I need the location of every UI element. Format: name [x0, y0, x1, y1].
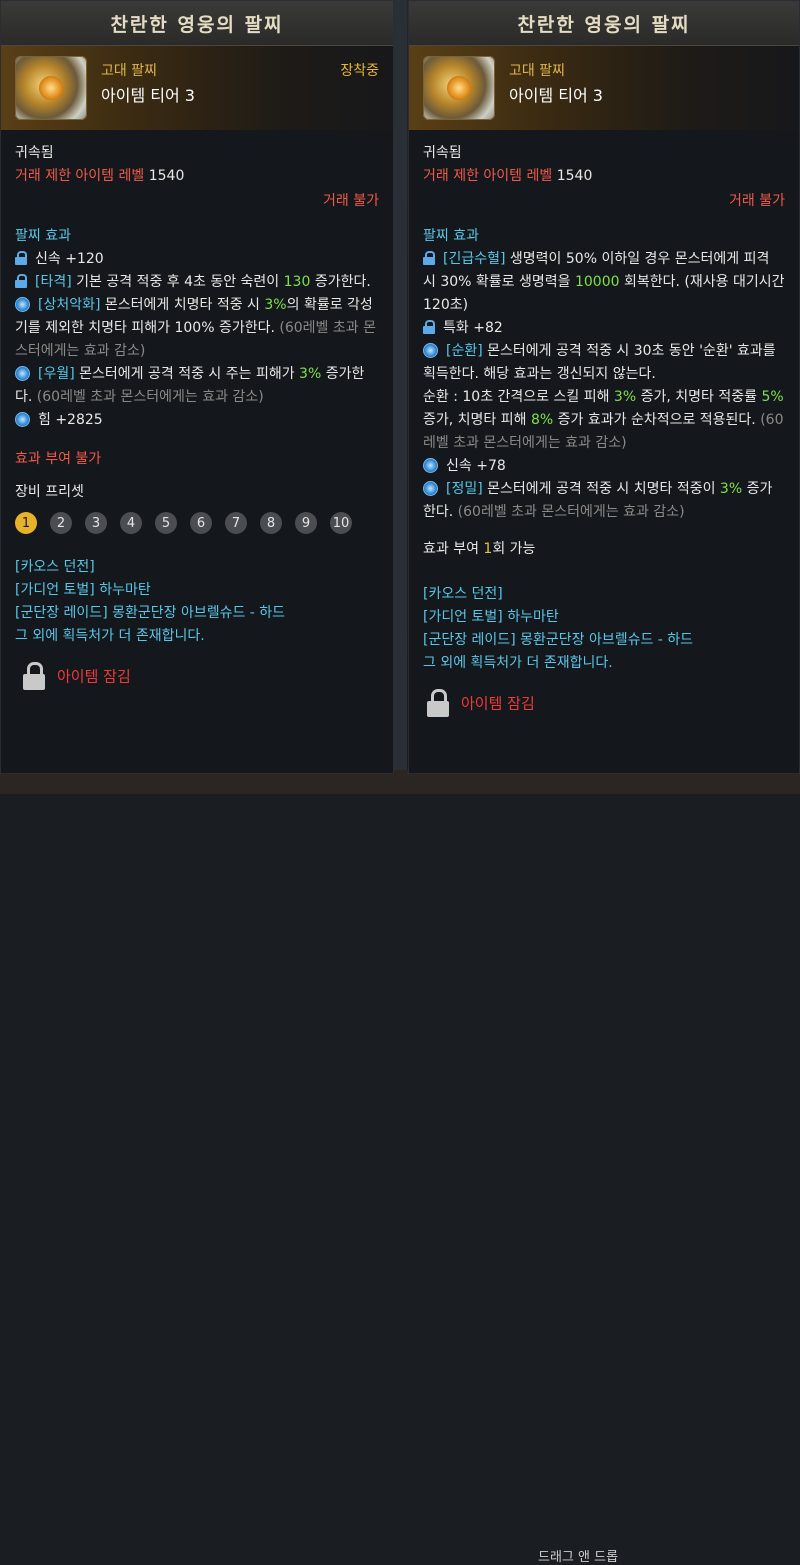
lock-icon	[423, 320, 435, 334]
item-lock-row[interactable]: 아이템 잠김	[15, 662, 379, 690]
source-item: [군단장 레이드] 몽환군단장 아브렐슈드 - 하드	[15, 605, 286, 621]
item-tier: 아이템 티어 3	[101, 86, 195, 105]
effects-title: 팔찌 효과	[15, 228, 71, 244]
source-item: [가디언 토벌] 하누마탄	[15, 582, 151, 598]
source-item: [카오스 던전]	[15, 559, 95, 575]
item-grade: 고대 팔찌	[101, 63, 157, 79]
effect-row: [타격] 기본 공격 적중 후 4초 동안 숙련이 130 증가한다.	[15, 271, 379, 294]
effect-row: [우월] 몬스터에게 공격 적중 시 주는 피해가 3% 증가한다. (60레벨…	[15, 366, 365, 405]
trade-level-row: 거래 제한 아이템 레벨 1540	[423, 168, 593, 184]
preset-button[interactable]: 1	[15, 512, 37, 534]
trade-status: 거래 불가	[729, 193, 785, 209]
source-item: 그 외에 획득처가 더 존재합니다.	[15, 628, 205, 644]
effect-row: [순환] 몬스터에게 공격 적중 시 30초 동안 '순환' 효과를 획득한다.…	[423, 343, 784, 451]
trade-level-row: 거래 제한 아이템 레벨 1540	[15, 168, 185, 184]
bound-status: 귀속됨	[423, 145, 462, 161]
effect-row: [정밀] 몬스터에게 공격 적중 시 치명타 적중이 3% 증가한다. (60레…	[423, 481, 773, 520]
preset-button[interactable]: 3	[85, 512, 107, 534]
equipped-badge: 장착중	[340, 63, 379, 79]
item-tooltip-compare: 찬란한 영웅의 팔찌 고대 팔찌 아이템 티어 3 귀속됨 거래 제한 아이템 …	[408, 0, 800, 774]
preset-button[interactable]: 6	[190, 512, 212, 534]
gem-icon	[15, 297, 30, 312]
effect-row: 신속 +78	[423, 455, 785, 478]
preset-button[interactable]: 5	[155, 512, 177, 534]
item-tier: 아이템 티어 3	[509, 86, 603, 105]
item-lock-row[interactable]: 아이템 잠김	[423, 689, 785, 717]
preset-button[interactable]: 7	[225, 512, 247, 534]
preset-button[interactable]: 4	[120, 512, 142, 534]
gem-icon	[423, 481, 438, 496]
grant-status: 효과 부여 불가	[15, 451, 102, 467]
preset-button[interactable]: 9	[295, 512, 317, 534]
source-list: [카오스 던전] [가디언 토벌] 하누마탄 [군단장 레이드] 몽환군단장 아…	[423, 583, 785, 675]
bracelet-icon	[423, 56, 495, 120]
effects-title: 팔찌 효과	[423, 228, 479, 244]
source-item: [가디언 토벌] 하누마탄	[423, 609, 559, 625]
background-divider	[393, 0, 407, 794]
lock-icon	[15, 251, 27, 265]
tooltip-title: 찬란한 영웅의 팔찌	[409, 1, 799, 46]
trade-status: 거래 불가	[323, 193, 379, 209]
padlock-icon	[427, 689, 449, 717]
grant-status: 효과 부여 1회 가능	[423, 541, 536, 557]
effect-row: 신속 +120	[15, 248, 379, 271]
bracelet-icon	[15, 56, 87, 120]
tooltip-title: 찬란한 영웅의 팔찌	[1, 1, 393, 46]
padlock-icon	[23, 662, 45, 690]
gem-icon	[423, 458, 438, 473]
drag-drop-hint: 드래그 앤 드롭	[538, 1550, 619, 1565]
effect-row: 힘 +2825	[15, 409, 379, 432]
source-item: [카오스 던전]	[423, 586, 503, 602]
gem-icon	[15, 366, 30, 381]
item-tooltip-equipped: 찬란한 영웅의 팔찌 고대 팔찌 아이템 티어 3 장착중 귀속됨 거래 제한 …	[0, 0, 394, 774]
preset-button[interactable]: 8	[260, 512, 282, 534]
preset-button[interactable]: 10	[330, 512, 352, 534]
source-item: [군단장 레이드] 몽환군단장 아브렐슈드 - 하드	[423, 632, 694, 648]
bound-status: 귀속됨	[15, 145, 54, 161]
preset-list: 1 2 3 4 5 6 7 8 9 10	[15, 512, 379, 534]
effect-row: [상처악화] 몬스터에게 치명타 적중 시 3%의 확률로 각성기를 제외한 치…	[15, 297, 376, 359]
lock-icon	[15, 274, 27, 288]
source-item: 그 외에 획득처가 더 존재합니다.	[423, 655, 613, 671]
item-header: 고대 팔찌 아이템 티어 3 장착중	[1, 46, 393, 130]
effect-row: 특화 +82	[423, 317, 785, 340]
lock-icon	[423, 251, 435, 265]
preset-button[interactable]: 2	[50, 512, 72, 534]
gem-icon	[423, 343, 438, 358]
preset-title: 장비 프리셋	[15, 484, 84, 500]
item-header: 고대 팔찌 아이템 티어 3	[409, 46, 799, 130]
item-grade: 고대 팔찌	[509, 63, 565, 79]
effect-row: [긴급수혈] 생명력이 50% 이하일 경우 몬스터에게 피격 시 30% 확률…	[423, 251, 785, 313]
gem-icon	[15, 412, 30, 427]
source-list: [카오스 던전] [가디언 토벌] 하누마탄 [군단장 레이드] 몽환군단장 아…	[15, 556, 379, 648]
